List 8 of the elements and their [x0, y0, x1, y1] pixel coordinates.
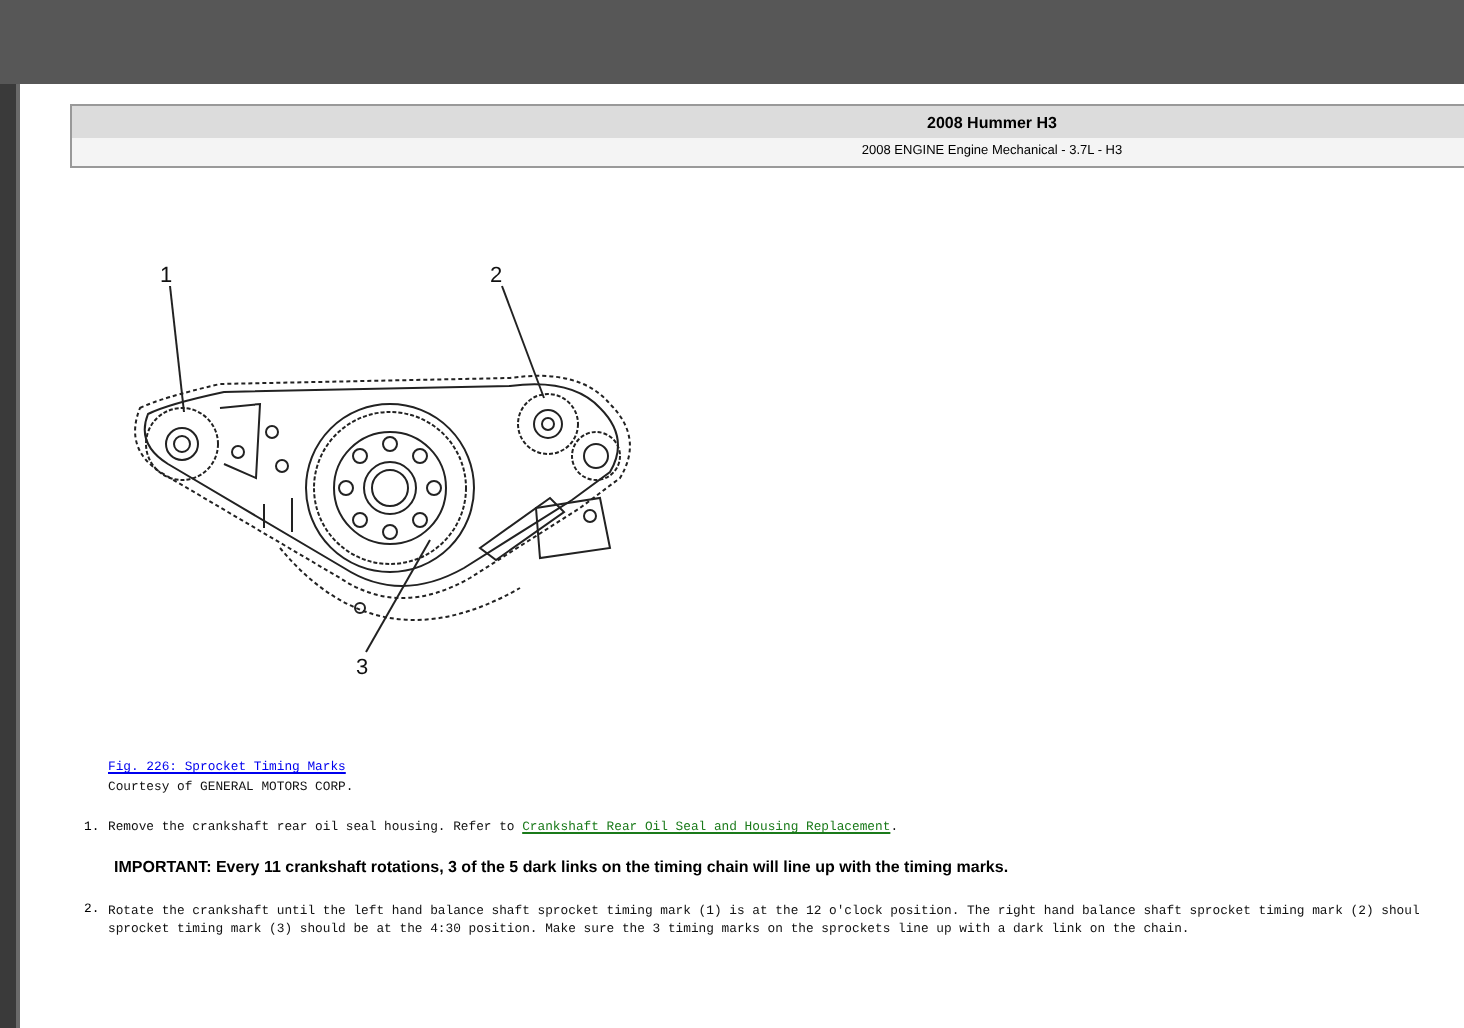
callout-number: 1	[160, 264, 173, 288]
leader-line	[501, 285, 545, 399]
callout-number: 2	[490, 264, 503, 288]
callout-number: 3	[356, 656, 369, 680]
header-title: 2008 Hummer H3	[72, 106, 1464, 138]
leader-line	[169, 285, 185, 413]
leader-line	[365, 539, 431, 653]
important-note: IMPORTANT: Every 11 crankshaft rotations, 3 of the 5 dark links on the timing chain will line up with the timing marks.	[114, 858, 1011, 876]
